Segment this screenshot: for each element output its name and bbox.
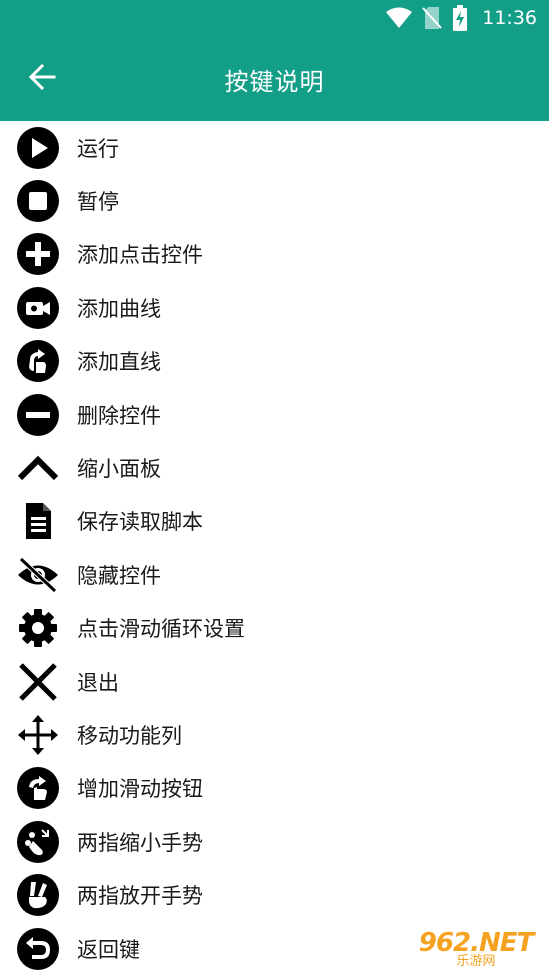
app-bar: 按键说明 bbox=[0, 36, 549, 121]
status-bar: 11:36 bbox=[0, 0, 549, 36]
pinch-out-icon bbox=[16, 873, 60, 917]
swipe-hand-icon bbox=[16, 766, 60, 810]
item-label: 点击滑动循环设置 bbox=[77, 617, 245, 642]
item-label: 添加曲线 bbox=[77, 296, 161, 321]
battery-charging-icon bbox=[452, 5, 468, 31]
stop-icon bbox=[16, 179, 60, 223]
page-title: 按键说明 bbox=[224, 68, 325, 96]
item-label: 增加滑动按钮 bbox=[77, 777, 203, 802]
remove-circle-icon bbox=[16, 393, 60, 437]
status-time: 11:36 bbox=[482, 7, 537, 29]
close-icon bbox=[16, 660, 60, 704]
list-item: 暂停 bbox=[0, 174, 549, 227]
list-item: 点击滑动循环设置 bbox=[0, 602, 549, 655]
item-label: 保存读取脚本 bbox=[77, 510, 203, 535]
key-description-list: 运行 暂停 添加点击控件 添加曲线 添加直线 删除控件 缩小面板 保存读取脚本 … bbox=[0, 121, 549, 975]
list-item: 两指放开手势 bbox=[0, 868, 549, 921]
list-item: 添加直线 bbox=[0, 335, 549, 388]
undo-icon bbox=[16, 927, 60, 971]
list-item: 运行 bbox=[0, 121, 549, 174]
list-item: 增加滑动按钮 bbox=[0, 762, 549, 815]
status-icons: 11:36 bbox=[386, 4, 537, 32]
list-item: 两指缩小手势 bbox=[0, 815, 549, 868]
list-item: 缩小面板 bbox=[0, 441, 549, 494]
move-arrows-icon bbox=[16, 713, 60, 757]
add-circle-icon bbox=[16, 232, 60, 276]
list-item: 移动功能列 bbox=[0, 708, 549, 761]
document-icon bbox=[16, 499, 60, 543]
eye-off-icon bbox=[16, 553, 60, 597]
item-label: 两指缩小手势 bbox=[77, 830, 203, 855]
item-label: 暂停 bbox=[77, 190, 119, 215]
swipe-gesture-icon bbox=[16, 339, 60, 383]
item-label: 返回键 bbox=[77, 937, 140, 962]
item-label: 隐藏控件 bbox=[77, 563, 161, 588]
no-sim-icon bbox=[422, 6, 442, 30]
list-item: 删除控件 bbox=[0, 388, 549, 441]
list-item: 添加曲线 bbox=[0, 281, 549, 334]
chevron-up-icon bbox=[16, 446, 60, 490]
wifi-icon bbox=[386, 7, 413, 29]
watermark-logo: 962.NET 乐游网 bbox=[409, 928, 543, 972]
item-label: 删除控件 bbox=[77, 403, 161, 428]
list-item: 隐藏控件 bbox=[0, 548, 549, 601]
item-label: 缩小面板 bbox=[77, 457, 161, 482]
item-label: 退出 bbox=[77, 670, 119, 695]
watermark-site: 乐游网 bbox=[456, 954, 496, 969]
item-label: 添加直线 bbox=[77, 350, 161, 375]
gear-icon bbox=[16, 606, 60, 650]
watermark-brand: 962.NET bbox=[418, 928, 534, 958]
list-item: 保存读取脚本 bbox=[0, 495, 549, 548]
item-label: 运行 bbox=[77, 136, 119, 161]
pinch-in-icon bbox=[16, 820, 60, 864]
play-icon bbox=[16, 126, 60, 170]
item-label: 移动功能列 bbox=[77, 723, 182, 748]
list-item: 添加点击控件 bbox=[0, 228, 549, 281]
list-item: 退出 bbox=[0, 655, 549, 708]
item-label: 两指放开手势 bbox=[77, 884, 203, 909]
item-label: 添加点击控件 bbox=[77, 243, 203, 268]
camera-icon bbox=[16, 286, 60, 330]
